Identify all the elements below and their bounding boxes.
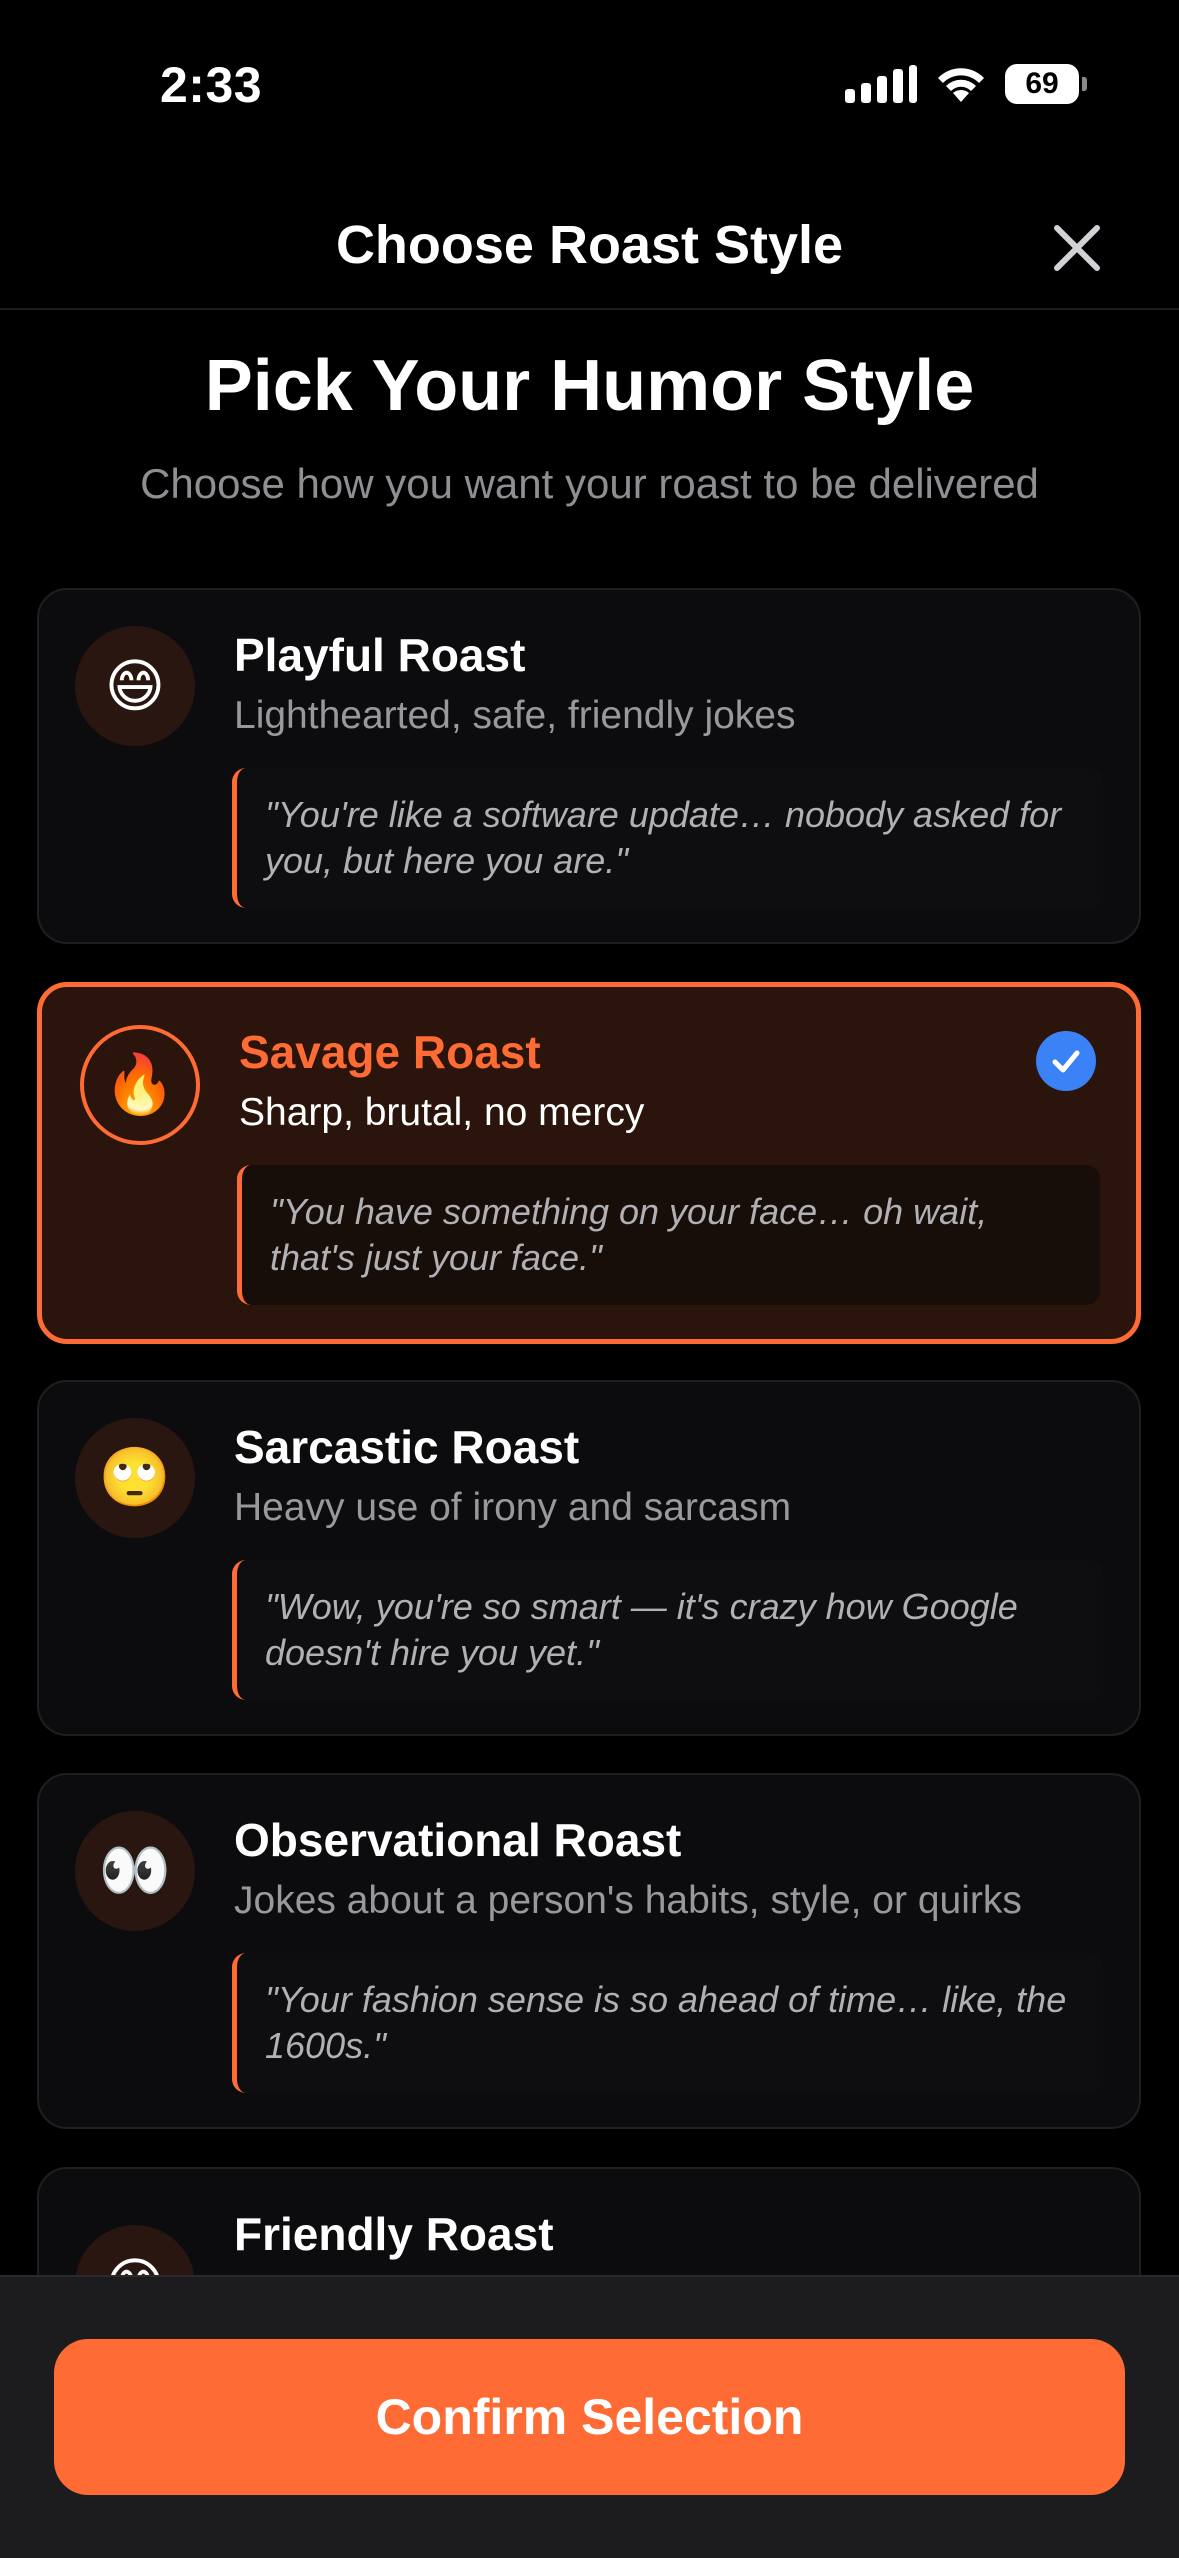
style-title: Observational Roast [234, 1814, 682, 1866]
style-example-quote: "You have something on your face… oh wai… [237, 1165, 1100, 1305]
eyes-icon: 👀 [75, 1811, 195, 1931]
status-icons: 69 [845, 64, 1087, 104]
status-bar: 2:33 69 [0, 0, 1179, 170]
bottom-bar: Confirm Selection [0, 2275, 1179, 2558]
checkmark-icon [1036, 1031, 1096, 1091]
style-title: Sarcastic Roast [234, 1421, 580, 1473]
style-card-sarcastic[interactable]: 🙄 Sarcastic Roast Heavy use of irony and… [37, 1380, 1141, 1736]
style-card-observational[interactable]: 👀 Observational Roast Jokes about a pers… [37, 1773, 1141, 2129]
grinning-face-icon: 😄 [75, 626, 195, 746]
page-title: Choose Roast Style [335, 215, 844, 275]
style-title: Savage Roast [239, 1026, 541, 1078]
style-title: Playful Roast [234, 629, 526, 681]
confirm-selection-button[interactable]: Confirm Selection [54, 2339, 1125, 2495]
style-description: Lighthearted, safe, friendly jokes [234, 694, 796, 737]
style-example-quote: "Your fashion sense is so ahead of time…… [232, 1953, 1103, 2093]
section-subtitle: Choose how you want your roast to be del… [140, 460, 1039, 507]
wifi-icon [938, 68, 984, 102]
style-description: Jokes about a person's habits, style, or… [234, 1879, 1022, 1922]
style-example-quote: "Wow, you're so smart — it's crazy how G… [232, 1560, 1103, 1700]
style-card-playful[interactable]: 😄 Playful Roast Lighthearted, safe, frie… [37, 588, 1141, 944]
status-time: 2:33 [160, 57, 263, 113]
style-card-savage[interactable]: 🔥 Savage Roast Sharp, brutal, no mercy "… [37, 982, 1141, 1344]
battery-level: 69 [1025, 67, 1059, 100]
section-title: Pick Your Humor Style [204, 346, 975, 426]
battery-icon: 69 [1005, 64, 1087, 104]
style-title: Friendly Roast [234, 2208, 554, 2260]
header: Choose Roast Style [0, 190, 1179, 310]
style-example-quote: "You're like a software update… nobody a… [232, 768, 1103, 908]
eye-roll-face-icon: 🙄 [75, 1418, 195, 1538]
style-description: Heavy use of irony and sarcasm [234, 1486, 792, 1529]
fire-icon: 🔥 [80, 1025, 200, 1145]
cellular-signal-icon [845, 65, 917, 103]
style-description: Sharp, brutal, no mercy [239, 1091, 645, 1134]
close-button[interactable] [1045, 216, 1109, 280]
close-icon [1054, 225, 1100, 271]
